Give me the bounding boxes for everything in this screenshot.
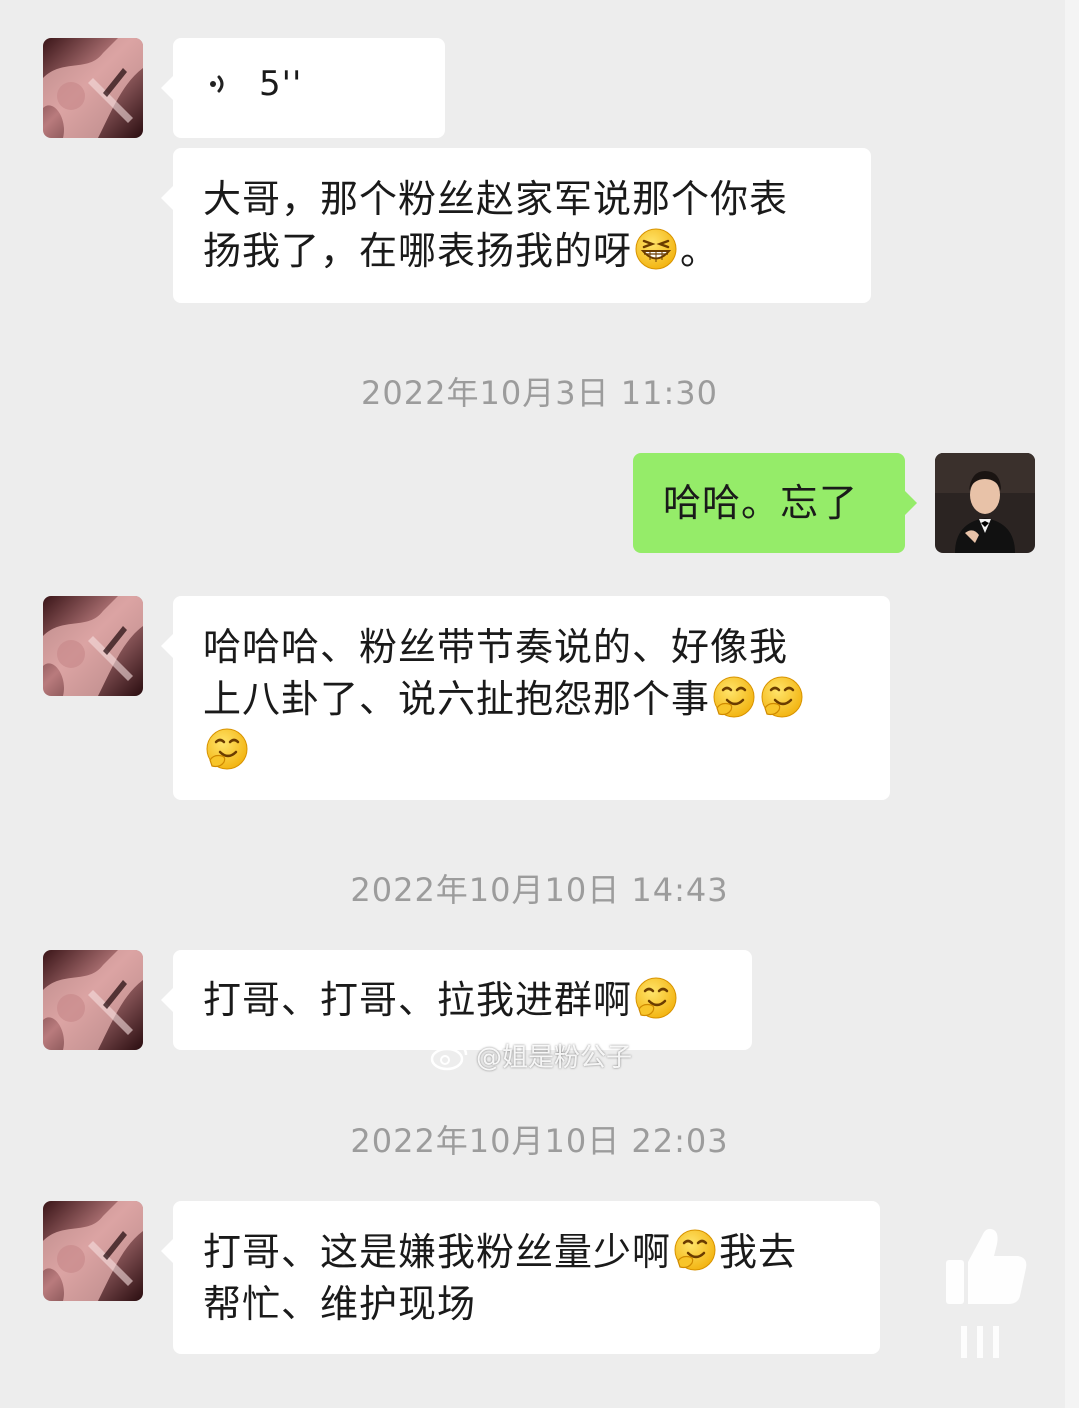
avatar-image (43, 38, 143, 138)
thumbs-up-icon[interactable] (938, 1218, 1034, 1314)
like-count-indicator (955, 1322, 1015, 1373)
contact-avatar[interactable] (43, 38, 143, 138)
message-text-line: 大哥，那个粉丝赵家军说那个你表 (203, 177, 789, 221)
smirk-emoji-icon (633, 975, 679, 1021)
right-edge-border (1065, 0, 1079, 1408)
smirk-emoji-icon (204, 726, 250, 772)
avatar-image (43, 1201, 143, 1301)
outgoing-message-bubble[interactable]: 哈哈。忘了 (633, 453, 917, 553)
message-text-line: 扬我了，在哪表扬我的呀。 (203, 225, 841, 277)
watermark-text: @姐是粉公子 (476, 1043, 633, 1073)
message-text-line: 上八卦了、说六扯抱怨那个事 (203, 673, 860, 725)
chat-timestamp: 2022年10月3日 11:30 (361, 374, 718, 412)
chat-timestamp: 2022年10月10日 14:43 (350, 871, 729, 909)
message-bubble[interactable]: 哈哈哈、粉丝带节奏说的、好像我 上八卦了、说六扯抱怨那个事 (161, 596, 890, 800)
contact-avatar[interactable] (43, 950, 143, 1050)
message-text: 哈哈。忘了 (663, 481, 859, 525)
my-avatar[interactable] (935, 453, 1035, 553)
message-text-line: 帮忙、维护现场 (203, 1282, 477, 1326)
message-bubble[interactable]: 打哥、这是嫌我粉丝量少啊 我去 帮忙、维护现场 (161, 1201, 880, 1354)
voice-message-bubble[interactable]: 5'' (161, 38, 445, 138)
message-bubble[interactable]: 打哥、打哥、拉我进群啊 (161, 950, 752, 1050)
avatar-image (935, 453, 1035, 553)
voice-wave-icon (210, 75, 224, 93)
contact-avatar[interactable] (43, 596, 143, 696)
smirk-emoji-icon (672, 1227, 718, 1273)
message-text-line: 哈哈哈、粉丝带节奏说的、好像我 (203, 625, 789, 669)
message-bubble[interactable]: 大哥，那个粉丝赵家军说那个你表 扬我了，在哪表扬我的呀。 (161, 148, 871, 303)
like-count-glyph (961, 1326, 999, 1358)
chat-screen: 5'' 大哥，那个粉丝赵家军说那个你表 扬我了，在哪表扬我的呀。 2022年10… (0, 0, 1079, 1408)
avatar-image (43, 596, 143, 696)
smirk-emoji-icon (711, 674, 757, 720)
watermark: @姐是粉公子 (430, 1037, 632, 1074)
chat-timestamp: 2022年10月10日 22:03 (350, 1122, 729, 1160)
grinning-emoji-icon (633, 226, 679, 272)
smirk-emoji-icon (759, 674, 805, 720)
message-text-line: 打哥、这是嫌我粉丝量少啊 我去 (203, 1226, 850, 1278)
message-text-line (203, 725, 860, 777)
message-text: 打哥、打哥、拉我进群啊 (203, 978, 633, 1022)
contact-avatar[interactable] (43, 1201, 143, 1301)
voice-duration: 5'' (259, 64, 303, 104)
avatar-image (43, 950, 143, 1050)
weibo-logo-icon (430, 1043, 468, 1070)
